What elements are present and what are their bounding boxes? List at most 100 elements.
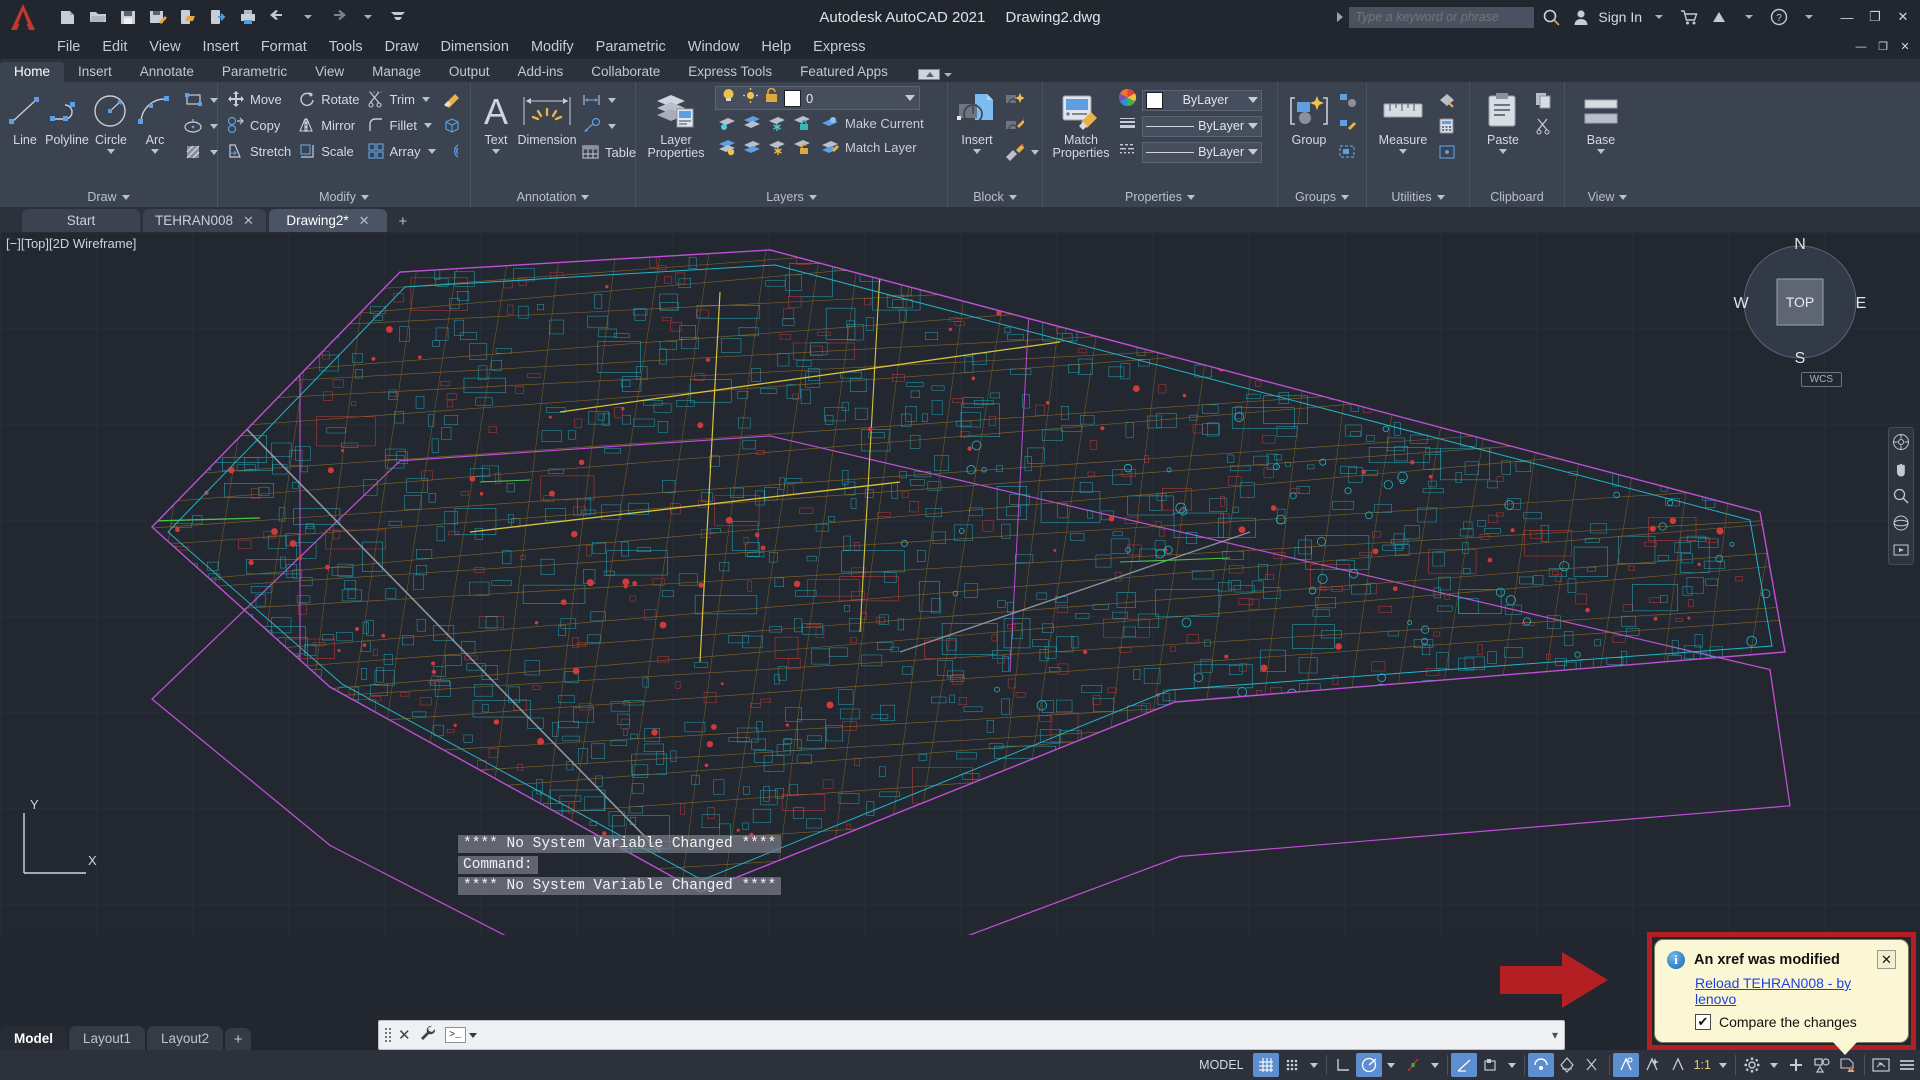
trim-dropdown-icon[interactable] — [422, 96, 431, 102]
search-expand-icon[interactable] — [1337, 12, 1344, 22]
panel-groups-expand-icon[interactable] — [1341, 194, 1349, 200]
redo-dropdown-icon[interactable] — [354, 4, 382, 30]
new-icon[interactable] — [54, 4, 82, 30]
point-style-button[interactable] — [1434, 139, 1460, 165]
autocad-logo-icon[interactable] — [0, 0, 46, 34]
object-snap-button[interactable] — [1477, 1053, 1503, 1077]
fillet-button[interactable]: Fillet — [363, 112, 439, 138]
fillet-dropdown-icon[interactable] — [423, 122, 432, 128]
showmotion-icon[interactable] — [1891, 540, 1911, 560]
new-file-tab-button[interactable]: + — [390, 211, 416, 232]
ribbon-tab-annotate[interactable]: Annotate — [126, 62, 208, 82]
panel-annotation-expand-icon[interactable] — [581, 194, 590, 200]
dimension-style-dropdown-icon[interactable] — [608, 97, 616, 103]
command-line-close-icon[interactable]: ✕ — [398, 1026, 411, 1044]
save-icon[interactable] — [114, 4, 142, 30]
layout-tab-model[interactable]: Model — [0, 1026, 67, 1050]
user-avatar-icon[interactable] — [1568, 4, 1594, 30]
help-dropdown-icon[interactable] — [1796, 4, 1822, 30]
ribbon-tab-featured-apps[interactable]: Featured Apps — [786, 62, 902, 82]
rectangle-dropdown-icon[interactable] — [210, 97, 218, 103]
panel-view-expand-icon[interactable] — [1619, 194, 1628, 200]
workspace-dropdown-icon[interactable] — [1770, 1062, 1778, 1068]
lineweight-icon[interactable] — [1118, 114, 1137, 138]
linetype-dropdown-icon[interactable] — [1248, 149, 1258, 155]
ribbon-tab-output[interactable]: Output — [435, 62, 504, 82]
layout-tab-layout1[interactable]: Layout1 — [69, 1026, 146, 1050]
autodesk-app-dropdown-icon[interactable] — [1736, 4, 1762, 30]
dimension-button[interactable]: Dimension — [516, 86, 578, 149]
search-icon[interactable] — [1538, 4, 1564, 30]
annotation-visibility-button[interactable] — [1612, 1053, 1639, 1077]
offset-button[interactable] — [439, 138, 465, 164]
layer-isolate-icon[interactable] — [715, 112, 738, 134]
color-wheel-icon[interactable] — [1118, 88, 1137, 112]
doc-close-button[interactable]: ✕ — [1894, 37, 1916, 57]
layer-freeze-tool-icon[interactable] — [765, 112, 788, 134]
rectangle-button[interactable] — [180, 87, 221, 113]
snap-mode-button[interactable] — [1279, 1053, 1305, 1077]
ribbon-tab-add-ins[interactable]: Add-ins — [503, 62, 577, 82]
create-block-button[interactable] — [1001, 87, 1042, 113]
plot-icon[interactable] — [234, 4, 262, 30]
edit-block-button[interactable] — [1001, 113, 1042, 139]
file-tab-close-icon[interactable]: ✕ — [243, 213, 254, 229]
circle-dropdown-icon[interactable] — [107, 149, 115, 154]
panel-title-layers[interactable]: Layers — [636, 187, 947, 207]
ortho-mode-button[interactable] — [1330, 1053, 1356, 1077]
ribbon-tab-manage[interactable]: Manage — [358, 62, 435, 82]
arc-dropdown-icon[interactable] — [151, 149, 159, 154]
group-selection-button[interactable] — [1335, 139, 1361, 165]
erase-button[interactable] — [439, 86, 465, 112]
minimize-button[interactable]: — — [1834, 6, 1860, 28]
leader-dropdown-icon[interactable] — [608, 123, 616, 129]
group-edit-button[interactable] — [1335, 113, 1361, 139]
cut-clip-button[interactable] — [1531, 113, 1557, 139]
copy-clip-button[interactable] — [1531, 87, 1557, 113]
insert-block-dropdown-icon[interactable] — [973, 149, 981, 154]
customize-qat-icon[interactable] — [384, 4, 412, 30]
menu-item-format[interactable]: Format — [250, 37, 318, 57]
layer-dropdown-icon[interactable] — [905, 95, 915, 101]
command-expand-icon[interactable]: ▾ — [1552, 1028, 1558, 1042]
view-cube[interactable]: TOP N S E W — [1733, 236, 1866, 367]
menu-item-express[interactable]: Express — [802, 37, 876, 57]
layer-selector[interactable]: 0 — [715, 86, 920, 110]
insert-block-button[interactable]: Insert — [953, 86, 1001, 156]
annotation-scale-dropdown-icon[interactable] — [1719, 1062, 1727, 1068]
undo-dropdown-icon[interactable] — [294, 4, 322, 30]
menu-item-window[interactable]: Window — [677, 37, 751, 57]
ungroup-button[interactable] — [1335, 87, 1361, 113]
rotate-button[interactable]: Rotate — [294, 86, 362, 112]
customization-menu-button[interactable] — [1894, 1053, 1920, 1077]
file-tab-start[interactable]: Start — [22, 209, 140, 232]
paste-button[interactable]: Paste — [1475, 86, 1531, 156]
layer-lock-tool-icon[interactable] — [790, 112, 813, 134]
menu-item-parametric[interactable]: Parametric — [585, 37, 677, 57]
panel-properties-expand-icon[interactable] — [1186, 194, 1195, 200]
reload-xref-link[interactable]: Reload TEHRAN008 - by lenovo — [1695, 975, 1896, 1007]
table-button[interactable]: Table — [578, 139, 639, 165]
doc-minimize-button[interactable]: — — [1850, 37, 1872, 57]
trim-button[interactable]: Trim — [363, 86, 439, 112]
object-color-selector[interactable]: ByLayer — [1142, 89, 1262, 111]
isometric-dropdown-icon[interactable] — [1430, 1062, 1439, 1068]
file-tab-tehran008[interactable]: TEHRAN008 ✕ — [143, 209, 266, 232]
panel-title-utilities[interactable]: Utilities — [1367, 187, 1469, 207]
layer-off-icon[interactable] — [715, 136, 738, 158]
layer-color-swatch[interactable] — [784, 89, 801, 107]
polar-tracking-button[interactable] — [1355, 1053, 1382, 1077]
menu-item-edit[interactable]: Edit — [91, 37, 138, 57]
ribbon-tab-express-tools[interactable]: Express Tools — [674, 62, 786, 82]
match-properties-button[interactable]: Match Properties — [1048, 86, 1114, 162]
panel-title-annotation[interactable]: Annotation — [471, 187, 635, 207]
search-input[interactable] — [1349, 6, 1535, 28]
panel-title-modify[interactable]: Modify — [218, 187, 470, 207]
ellipse-dropdown-icon[interactable] — [210, 123, 218, 129]
menu-item-tools[interactable]: Tools — [318, 37, 374, 57]
scale-button[interactable]: Scale — [294, 138, 362, 164]
object-snap-dropdown-icon[interactable] — [1507, 1062, 1516, 1068]
menu-item-modify[interactable]: Modify — [520, 37, 585, 57]
panel-title-properties[interactable]: Properties — [1043, 187, 1277, 207]
customization-add-button[interactable] — [1783, 1053, 1809, 1077]
